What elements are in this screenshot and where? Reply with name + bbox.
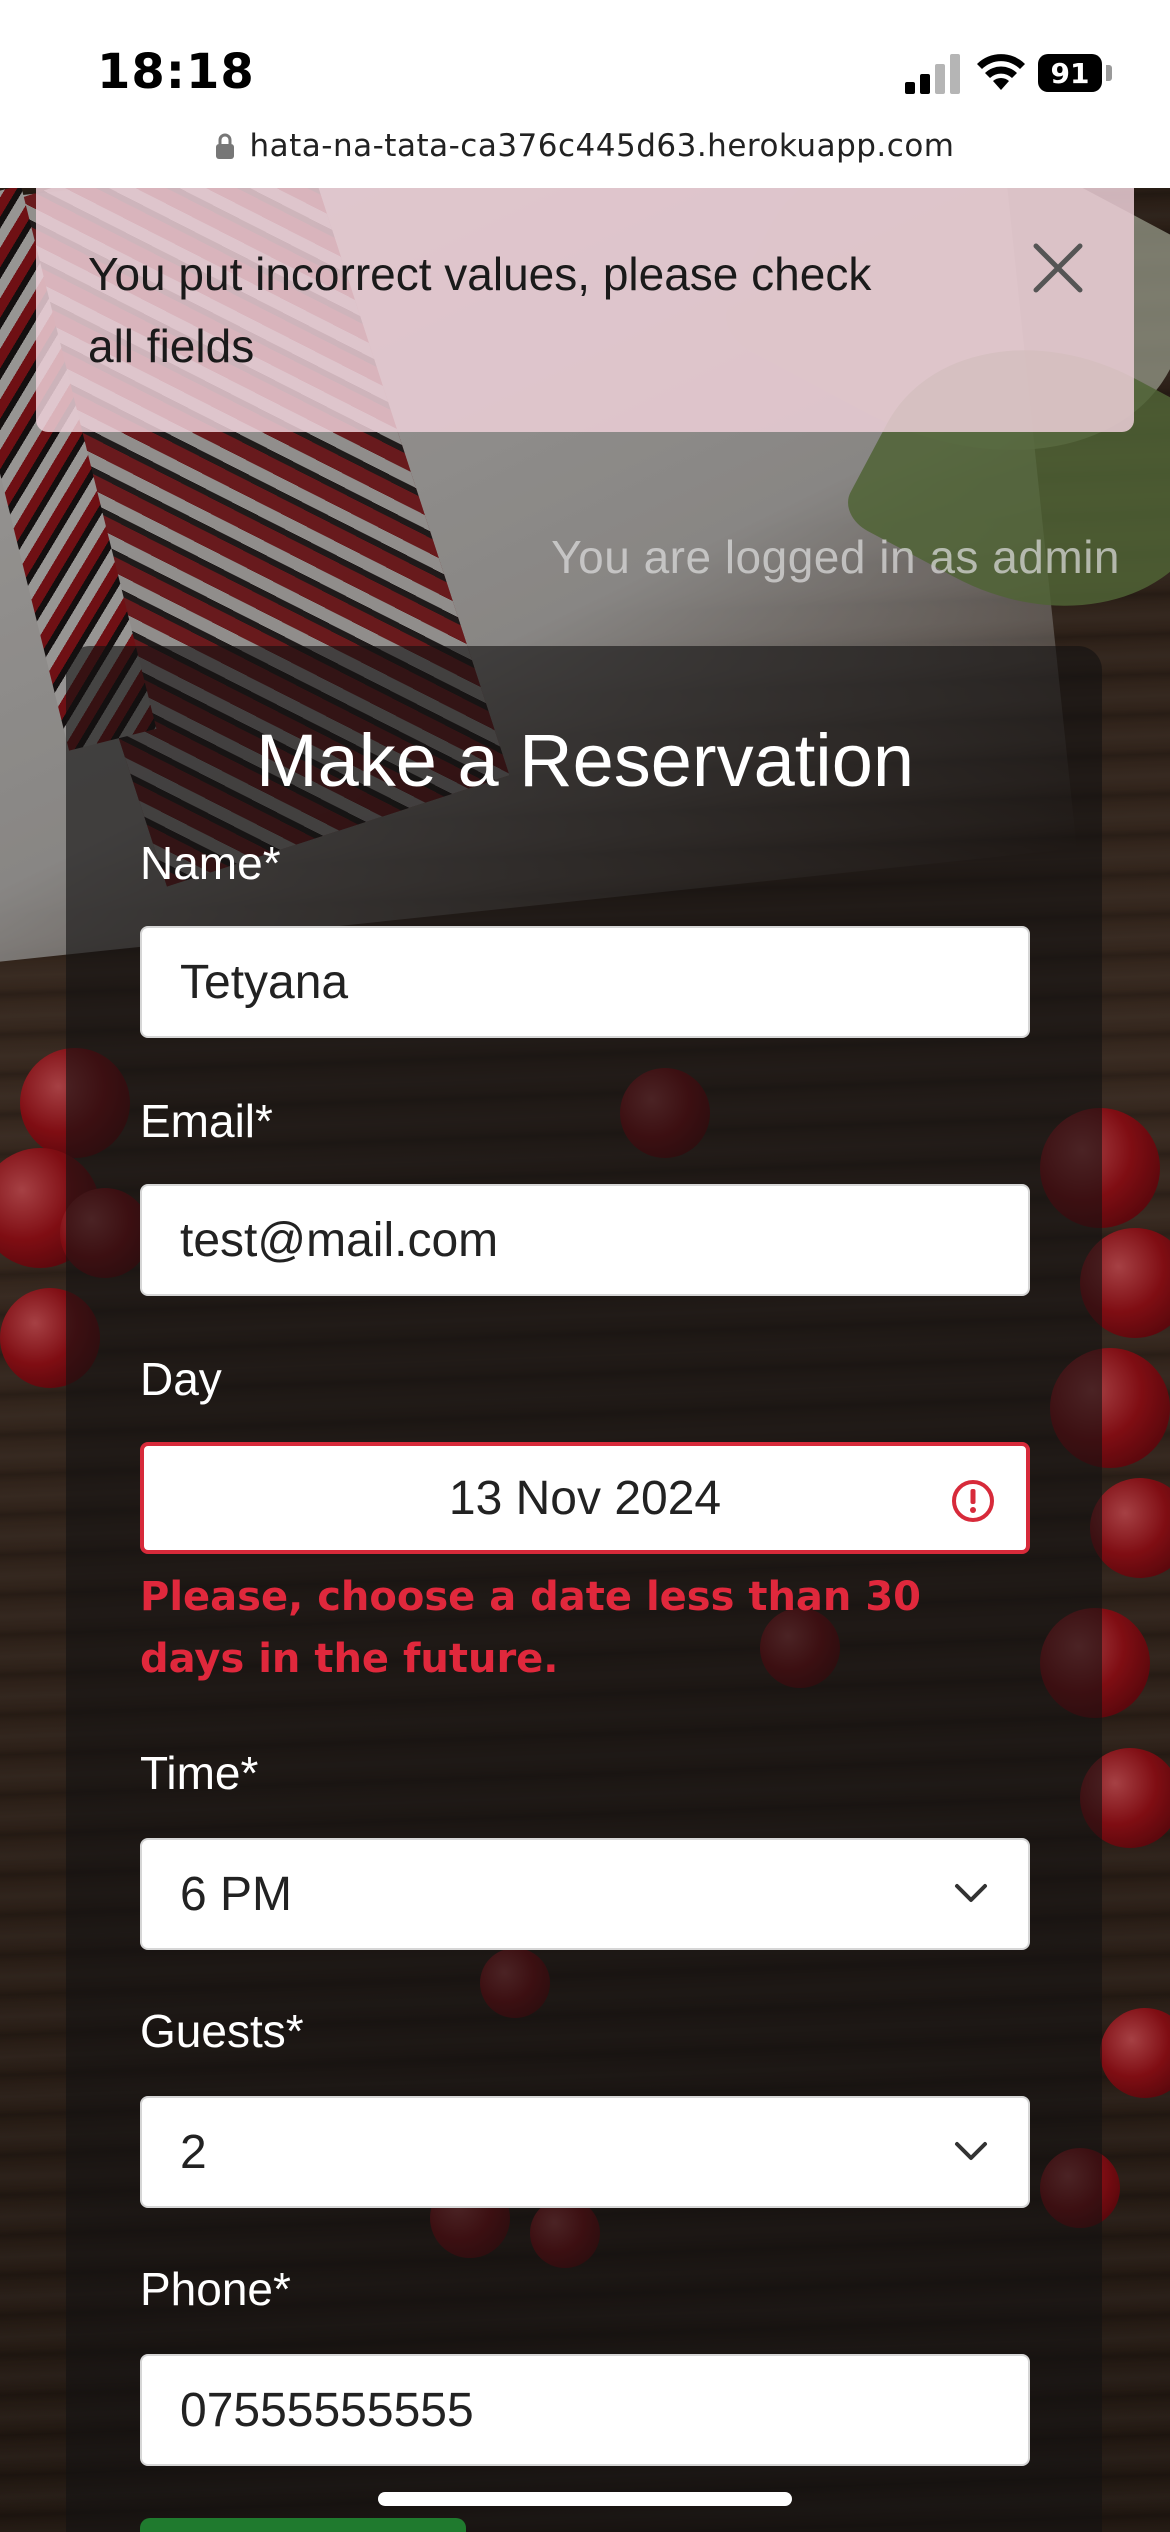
chevron-down-icon (955, 2142, 987, 2160)
logged-in-status: You are logged in as admin (551, 531, 1120, 583)
phone-value: 07555555555 (180, 2383, 474, 2437)
battery-indicator: 91 (1038, 54, 1102, 92)
guests-label: Guests* (140, 2005, 304, 2057)
time-label: Time* (140, 1747, 259, 1799)
name-label: Name* (140, 837, 281, 889)
time-select[interactable]: 6 PM (140, 1838, 1030, 1950)
home-indicator[interactable] (378, 2492, 792, 2506)
chevron-down-icon (955, 1884, 987, 1902)
error-alert: You put incorrect values, please check a… (36, 188, 1134, 432)
page-title: Make a Reservation (255, 719, 915, 802)
name-input[interactable]: Tetyana (140, 926, 1030, 1038)
day-value: 13 Nov 2024 (448, 1471, 722, 1525)
cellular-signal-icon (905, 54, 960, 94)
error-icon (952, 1480, 994, 1522)
day-label: Day (140, 1353, 222, 1405)
time-value: 6 PM (180, 1867, 293, 1921)
phone-label: Phone* (140, 2263, 291, 2315)
day-error-message: Please, choose a date less than 30 days … (140, 1574, 921, 1682)
battery-tip (1106, 65, 1112, 81)
name-value: Tetyana (180, 955, 349, 1009)
guests-select[interactable]: 2 (140, 2096, 1030, 2208)
alert-message: You put incorrect values, please check a… (88, 248, 872, 372)
submit-button[interactable] (140, 2518, 466, 2532)
wifi-icon (977, 54, 1025, 90)
lock-icon (216, 133, 235, 159)
battery-level: 91 (1050, 56, 1090, 90)
email-label: Email* (140, 1095, 273, 1147)
email-input[interactable]: test@mail.com (140, 1184, 1030, 1296)
day-input[interactable]: 13 Nov 2024 (140, 1442, 1030, 1554)
status-time: 18:18 (97, 44, 255, 100)
guests-value: 2 (180, 2125, 207, 2179)
url-text: hata-na-tata-ca376c445d63.herokuapp.com (249, 128, 955, 164)
close-icon[interactable] (1030, 240, 1086, 296)
address-bar[interactable]: hata-na-tata-ca376c445d63.herokuapp.com (0, 124, 1170, 168)
phone-input[interactable]: 07555555555 (140, 2354, 1030, 2466)
email-value: test@mail.com (180, 1213, 499, 1267)
status-bar: 18:18 91 hata-na-tata-ca376c445d63.herok… (0, 0, 1170, 188)
